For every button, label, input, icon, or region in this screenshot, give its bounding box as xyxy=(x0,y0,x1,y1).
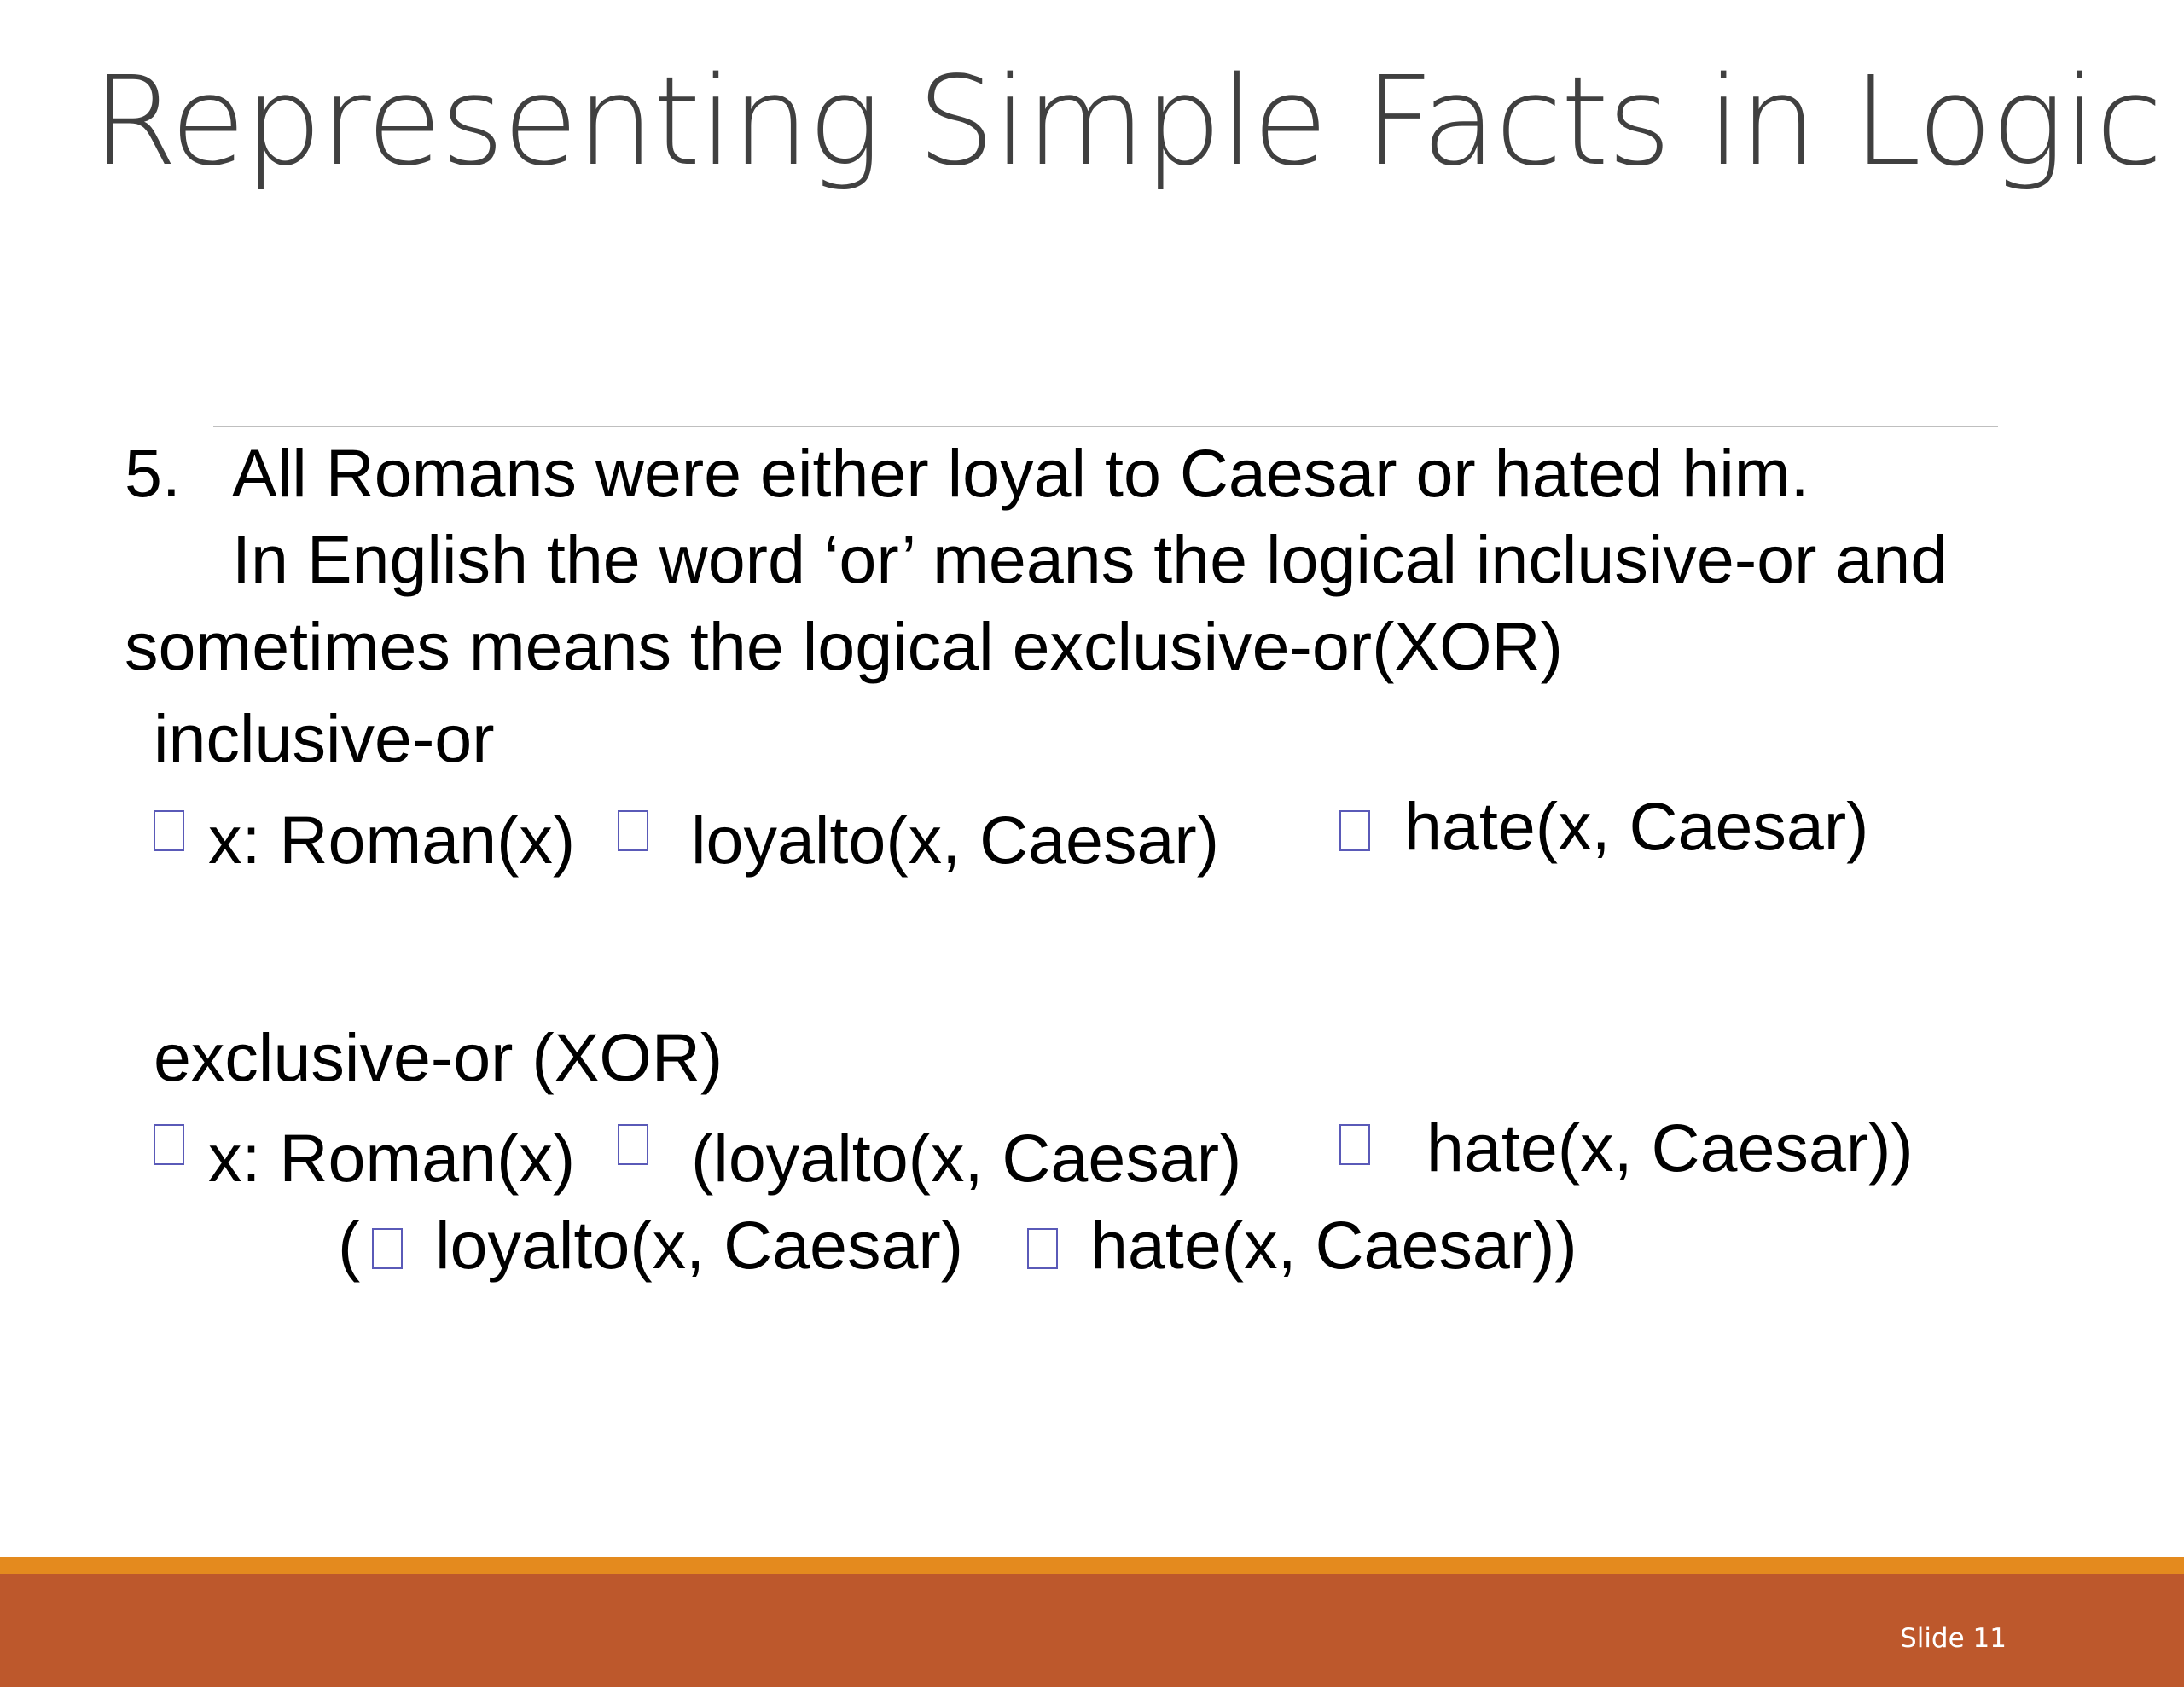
exclusive-or-heading: exclusive-or (XOR) xyxy=(154,1019,723,1095)
or-symbol-icon xyxy=(1027,1228,1058,1269)
slide-number: Slide 11 xyxy=(1900,1623,2007,1654)
explanation-line-1: In English the word ‘or’ means the logic… xyxy=(232,521,1949,597)
statement-number: 5. xyxy=(125,435,181,511)
exclusive-hate: hate(x, Caesar)) xyxy=(1426,1110,1914,1186)
implies-symbol-icon xyxy=(618,810,648,851)
exclusive-not-loyalto: loyalto(x, Caesar) xyxy=(435,1207,964,1283)
inclusive-hate: hate(x, Caesar) xyxy=(1404,788,1869,864)
forall-symbol-icon xyxy=(154,810,184,851)
inclusive-or-heading: inclusive-or xyxy=(154,700,495,776)
or-symbol-icon xyxy=(1339,810,1370,851)
slide: Representing Simple Facts in Logic 5. Al… xyxy=(0,0,2184,1687)
statement-text: All Romans were either loyal to Caesar o… xyxy=(232,435,1809,511)
footer-stripe xyxy=(0,1557,2184,1574)
footer-band xyxy=(0,1574,2184,1687)
exclusive-quantifier: x: Roman(x) xyxy=(208,1120,576,1196)
exclusive-loyalto: (loyalto(x, Caesar) xyxy=(691,1120,1242,1196)
exclusive-hate-2: hate(x, Caesar)) xyxy=(1090,1207,1577,1283)
slide-title: Representing Simple Facts in Logic xyxy=(92,49,2163,193)
forall-symbol-icon xyxy=(154,1124,184,1165)
explanation-line-2: sometimes means the logical exclusive-or… xyxy=(125,608,1563,684)
inclusive-loyalto: loyalto(x, Caesar) xyxy=(691,802,1220,878)
implies-symbol-icon xyxy=(618,1124,648,1165)
title-divider xyxy=(213,426,1998,427)
exclusive-open-paren: ( xyxy=(338,1207,361,1283)
or-symbol-icon xyxy=(1339,1124,1370,1165)
not-symbol-icon xyxy=(372,1228,403,1269)
inclusive-quantifier: x: Roman(x) xyxy=(208,802,576,878)
